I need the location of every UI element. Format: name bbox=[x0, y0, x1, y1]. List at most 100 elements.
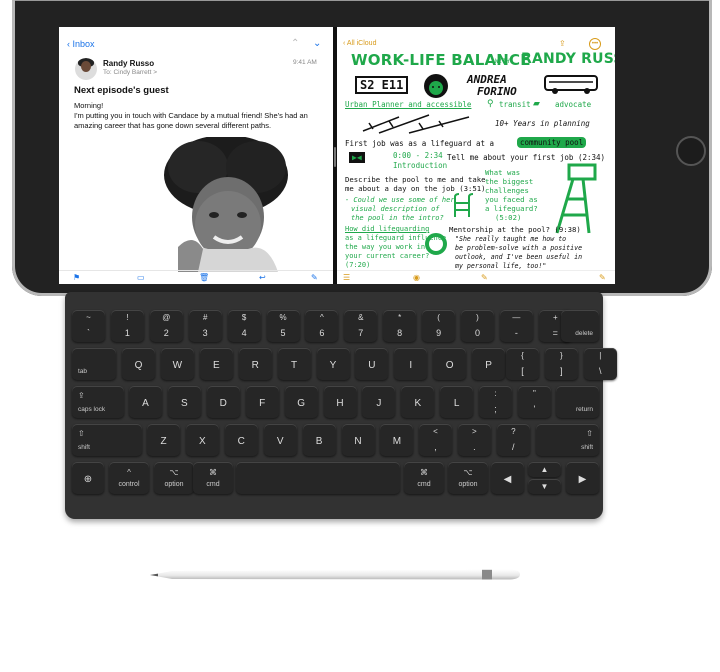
message-time: 9:41 AM bbox=[293, 59, 317, 66]
key-l[interactable]: L bbox=[440, 386, 474, 418]
key-t[interactable]: T bbox=[277, 348, 311, 380]
avatar bbox=[75, 58, 97, 80]
caps-lock-key[interactable]: ⇪ caps lock bbox=[72, 386, 124, 418]
key-e[interactable]: E bbox=[199, 348, 233, 380]
key-letter: L bbox=[453, 398, 460, 409]
share-icon[interactable]: ⇪ bbox=[559, 39, 566, 48]
recipient-line[interactable]: To: Cindy Barrett > bbox=[103, 69, 157, 76]
back-to-inbox-button[interactable]: ‹ Inbox bbox=[67, 39, 95, 49]
key-c[interactable]: C bbox=[224, 424, 258, 456]
reply-icon[interactable]: ↩ bbox=[259, 273, 266, 282]
key-\[interactable]: | \ bbox=[583, 348, 617, 380]
globe-key[interactable]: ⊕ bbox=[72, 462, 104, 494]
camera-icon[interactable]: ◉ bbox=[413, 273, 420, 282]
key-4[interactable]: $4 bbox=[227, 310, 261, 342]
cmd-key-label: cmd bbox=[417, 481, 431, 488]
right-cmd-key[interactable]: ⌘ cmd bbox=[404, 462, 444, 494]
right-option-key[interactable]: ⌥ option bbox=[448, 462, 488, 494]
key-letter: P bbox=[485, 360, 492, 371]
trash-icon[interactable]: 🗑 bbox=[199, 273, 209, 282]
chevron-down-icon[interactable]: ⌄ bbox=[313, 38, 321, 49]
left-cmd-key[interactable]: ⌘ cmd bbox=[193, 462, 233, 494]
key-z[interactable]: Z bbox=[147, 424, 180, 456]
key-2[interactable]: @2 bbox=[149, 310, 183, 342]
key-5[interactable]: % 5 bbox=[266, 310, 300, 342]
key-p[interactable]: P bbox=[472, 348, 506, 380]
mail-navbar: ‹ Inbox ⌃ ⌄ bbox=[59, 38, 333, 52]
key-b[interactable]: B bbox=[302, 424, 336, 456]
key-u[interactable]: U bbox=[355, 348, 389, 380]
key-3[interactable]: #3 bbox=[188, 310, 222, 342]
key-letter: Z bbox=[160, 436, 167, 447]
key-8[interactable]: * 8 bbox=[383, 310, 417, 342]
tab-key[interactable]: tab bbox=[72, 348, 116, 380]
key-a[interactable]: A bbox=[129, 386, 162, 418]
key-punct4-2[interactable]: ? / bbox=[496, 424, 530, 456]
question-how-4: your current career? bbox=[345, 252, 430, 260]
key-o[interactable]: O bbox=[433, 348, 467, 380]
key-punct-0[interactable]: :; bbox=[479, 386, 512, 418]
key-q[interactable]: Q bbox=[122, 348, 155, 380]
delete-key[interactable]: delete bbox=[561, 310, 599, 342]
folder-icon[interactable]: ▭ bbox=[137, 273, 145, 282]
key-i[interactable]: I bbox=[394, 348, 428, 380]
key-h[interactable]: H bbox=[323, 386, 357, 418]
key-[[interactable]: {[ bbox=[506, 348, 539, 380]
new-note-icon[interactable]: ✎ bbox=[599, 273, 606, 282]
quote-line-3: outlook, and I've been useful in bbox=[455, 253, 583, 261]
key-d[interactable]: D bbox=[206, 386, 240, 418]
chevron-up-icon[interactable]: ⌃ bbox=[291, 38, 299, 49]
key-6[interactable]: ^ 6 bbox=[305, 310, 339, 342]
markup-icon[interactable]: ✎ bbox=[481, 273, 488, 282]
key-punct-1[interactable]: " ' bbox=[517, 386, 551, 418]
flag-icon[interactable]: ⚑ bbox=[73, 273, 80, 282]
left-shift-key[interactable]: ⇧ shift bbox=[72, 424, 142, 456]
key-shift-symbol: ! bbox=[126, 313, 129, 322]
key-n[interactable]: N bbox=[341, 424, 375, 456]
home-button[interactable] bbox=[676, 136, 706, 166]
key-x[interactable]: X bbox=[185, 424, 219, 456]
key-0[interactable]: ) 0 bbox=[461, 310, 494, 342]
back-to-all-icloud-button[interactable]: ‹ All iCloud bbox=[343, 40, 376, 47]
key-7[interactable]: & 7 bbox=[344, 310, 378, 342]
key-letter: G bbox=[297, 398, 305, 409]
arrow-right-key[interactable]: ▶ bbox=[566, 462, 599, 494]
left-control-key[interactable]: ^ control bbox=[109, 462, 149, 494]
key-f[interactable]: F bbox=[245, 386, 279, 418]
arrow-down-key[interactable]: ▼ bbox=[528, 479, 561, 494]
compose-icon[interactable]: ✎ bbox=[311, 273, 318, 282]
caps-lock-icon: ⇪ bbox=[78, 391, 85, 400]
checklist-icon[interactable]: ☰ bbox=[343, 273, 350, 282]
key-shift-symbol: { bbox=[521, 351, 524, 360]
key-j[interactable]: J bbox=[362, 386, 396, 418]
key-r[interactable]: R bbox=[238, 348, 272, 380]
key-k[interactable]: K bbox=[401, 386, 435, 418]
arrow-left-key[interactable]: ◀ bbox=[491, 462, 524, 494]
key-y[interactable]: Y bbox=[316, 348, 350, 380]
question-biggest-3: challenges bbox=[485, 186, 529, 195]
right-shift-key[interactable]: ⇧ shift bbox=[536, 424, 599, 456]
key--[interactable]: — - bbox=[499, 310, 533, 342]
key-symbol: 5 bbox=[280, 328, 286, 338]
key-9[interactable]: (9 bbox=[422, 310, 456, 342]
key-w[interactable]: W bbox=[160, 348, 194, 380]
return-key[interactable]: return bbox=[556, 386, 599, 418]
quote-line-4: my personal life, too!" bbox=[455, 262, 547, 270]
key-1[interactable]: ! 1 bbox=[110, 310, 144, 342]
delete-key-label: delete bbox=[575, 330, 593, 337]
control-key-label: control bbox=[118, 481, 140, 488]
key-s[interactable]: S bbox=[167, 386, 201, 418]
key-][interactable]: }] bbox=[544, 348, 578, 380]
key-symbol: - bbox=[514, 328, 518, 338]
left-option-key[interactable]: ⌥ option bbox=[154, 462, 194, 494]
arrow-up-key[interactable]: ▲ bbox=[528, 462, 561, 477]
key-g[interactable]: G bbox=[284, 386, 318, 418]
space-bar[interactable] bbox=[236, 462, 400, 494]
key-`[interactable]: ~ ` bbox=[72, 310, 105, 342]
key-m[interactable]: M bbox=[380, 424, 414, 456]
key-punct4-1[interactable]: >. bbox=[457, 424, 491, 456]
key-v[interactable]: V bbox=[263, 424, 297, 456]
more-icon[interactable]: ••• bbox=[589, 38, 601, 50]
key-letter: F bbox=[259, 398, 266, 409]
key-punct4-0[interactable]: <, bbox=[419, 424, 452, 456]
